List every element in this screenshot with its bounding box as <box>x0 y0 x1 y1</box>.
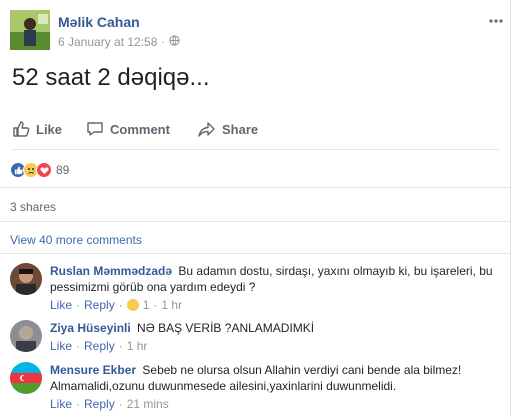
view-more-comments-link[interactable]: View 40 more comments <box>10 233 142 247</box>
comment-content: Ruslan Məmmədzadə Bu adamın dostu, sirda… <box>50 263 500 313</box>
comment-content: Ziya Hüseyinli NƏ BAŞ VERİB ?ANLAMADIMKİ… <box>50 320 500 354</box>
reaction-count: 89 <box>56 163 70 177</box>
like-label: Like <box>36 121 63 137</box>
comment-reply-button[interactable]: Reply <box>84 396 115 412</box>
share-button[interactable]: Share <box>198 120 258 138</box>
divider <box>0 253 510 254</box>
shares-count[interactable]: 3 shares <box>10 200 56 214</box>
thumbs-up-icon <box>12 120 30 138</box>
comment-label: Comment <box>110 121 170 137</box>
commenter-avatar[interactable] <box>10 320 42 352</box>
comment-reply-button[interactable]: Reply <box>84 338 115 354</box>
separator: · <box>76 298 81 312</box>
commenter-name[interactable]: Ziya Hüseyinli <box>50 321 131 335</box>
separator: · <box>76 339 81 353</box>
commenter-avatar[interactable] <box>10 362 42 394</box>
comment-reply-button[interactable]: Reply <box>84 297 115 313</box>
like-button[interactable]: Like <box>12 120 62 138</box>
love-reaction-icon <box>36 162 52 178</box>
comment-button[interactable]: Comment <box>86 120 170 138</box>
divider <box>0 221 510 222</box>
separator: · <box>118 339 123 353</box>
meta-separator: · <box>161 36 165 48</box>
post-action-bar: Like Comment Share <box>12 116 499 150</box>
comment-actions: Like · Reply · 1 · 1 hr <box>50 297 500 313</box>
comment-text: NƏ BAŞ VERİB ?ANLAMADIMKİ <box>137 321 315 335</box>
comment-actions: Like · Reply · 1 hr <box>50 338 500 354</box>
separator: · <box>153 298 158 312</box>
comment-time[interactable]: 1 hr <box>127 338 148 354</box>
share-arrow-icon <box>198 120 216 138</box>
sad-reaction-icon[interactable] <box>126 299 139 311</box>
comment-content: Mensure Ekber Sebeb ne olursa olsun Alla… <box>50 362 500 412</box>
separator: · <box>118 397 123 411</box>
post-text: 52 saat 2 dəqiqə... <box>12 64 210 91</box>
comment-like-button[interactable]: Like <box>50 396 72 412</box>
commenter-name[interactable]: Ruslan Məmmədzadə <box>50 264 172 278</box>
globe-icon[interactable] <box>169 35 180 49</box>
post-author-name[interactable]: Məlik Cahan <box>58 14 140 30</box>
comment-actions: Like · Reply · 21 mins <box>50 396 500 412</box>
comment-like-button[interactable]: Like <box>50 297 72 313</box>
post-meta: 6 January at 12:58 · <box>58 35 180 49</box>
divider <box>0 187 510 188</box>
commenter-name[interactable]: Mensure Ekber <box>50 363 136 377</box>
reactions-summary[interactable]: 89 <box>10 161 69 179</box>
share-label: Share <box>222 121 259 137</box>
comment-time[interactable]: 21 mins <box>127 396 169 412</box>
comment-like-button[interactable]: Like <box>50 338 72 354</box>
facebook-post: Məlik Cahan 6 January at 12:58 · 52 saat… <box>0 0 511 417</box>
separator: · <box>76 397 81 411</box>
separator: · <box>118 298 123 312</box>
comment-reaction-count[interactable]: 1 <box>143 297 150 313</box>
post-header: Məlik Cahan 6 January at 12:58 · <box>10 10 505 52</box>
comment-time[interactable]: 1 hr <box>161 297 182 313</box>
author-avatar[interactable] <box>10 10 50 50</box>
ellipsis-icon[interactable] <box>489 10 503 28</box>
post-timestamp[interactable]: 6 January at 12:58 <box>58 35 157 49</box>
comment-bubble-icon <box>86 120 104 138</box>
commenter-avatar[interactable] <box>10 263 42 295</box>
